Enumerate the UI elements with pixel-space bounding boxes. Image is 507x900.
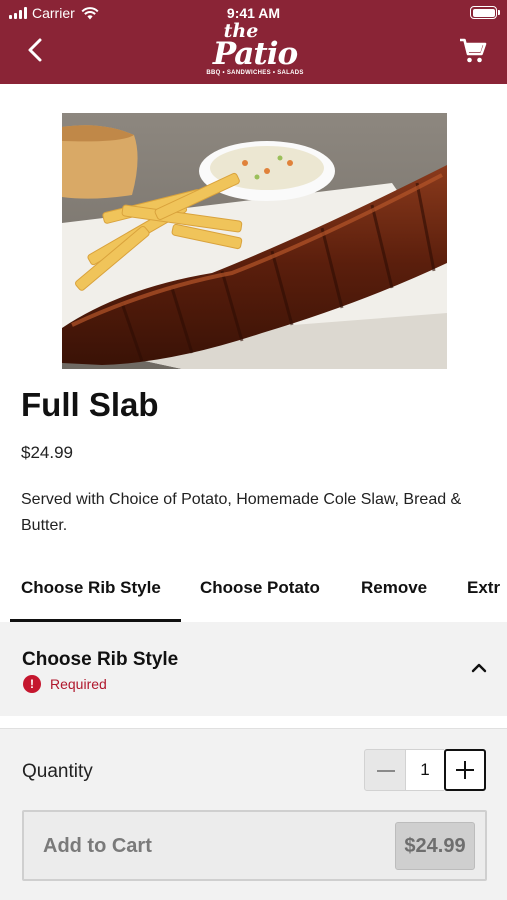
chevron-up-icon[interactable] — [471, 660, 487, 676]
decrease-quantity-button[interactable] — [364, 749, 406, 791]
section-divider — [0, 716, 507, 728]
tab-choose-rib-style[interactable]: Choose Rib Style — [21, 578, 161, 598]
product-price: $24.99 — [21, 443, 73, 462]
product-description: Served with Choice of Potato, Homemade C… — [21, 491, 462, 534]
order-footer: Quantity 1 Add to Cart $24.99 — [0, 728, 507, 900]
add-to-cart-price: $24.99 — [395, 822, 475, 870]
chevron-left-icon — [28, 38, 42, 62]
required-indicator: ! Required — [23, 675, 107, 693]
tab-remove[interactable]: Remove — [361, 578, 427, 598]
quantity-value: 1 — [406, 749, 444, 791]
shopping-cart-icon — [460, 38, 487, 63]
product-title: Full Slab — [21, 386, 159, 423]
section-title: Choose Rib Style — [22, 649, 179, 670]
quantity-label: Quantity — [22, 761, 93, 782]
add-to-cart-label: Add to Cart — [43, 835, 152, 857]
logo-patio: Patio — [212, 36, 298, 72]
tab-extras[interactable]: Extr — [467, 578, 500, 598]
status-time: 9:41 AM — [226, 5, 281, 21]
cart-button[interactable] — [459, 37, 487, 65]
ribs-photo-illustration — [62, 113, 447, 369]
add-to-cart-button[interactable]: Add to Cart $24.99 — [22, 810, 487, 881]
logo-tagline: BBQ • SANDWICHES • SALADS — [206, 70, 304, 76]
app-header: Carrier 9:41 AM the Patio BBQ • SANDWICH… — [0, 0, 507, 84]
patio-logo: the Patio BBQ • SANDWICHES • SALADS — [200, 22, 310, 82]
back-button[interactable] — [22, 36, 50, 64]
product-image — [62, 113, 447, 369]
tab-choose-potato[interactable]: Choose Potato — [200, 578, 320, 598]
rib-style-section[interactable]: Choose Rib Style ! Required — [0, 622, 507, 716]
alert-icon: ! — [23, 675, 41, 693]
required-label: Required — [50, 676, 107, 692]
increase-quantity-button[interactable] — [444, 749, 486, 791]
battery-icon — [470, 6, 500, 19]
option-tabs: Choose Rib Style Choose Potato Remove Ex… — [0, 566, 507, 622]
quantity-stepper: 1 — [364, 749, 486, 791]
